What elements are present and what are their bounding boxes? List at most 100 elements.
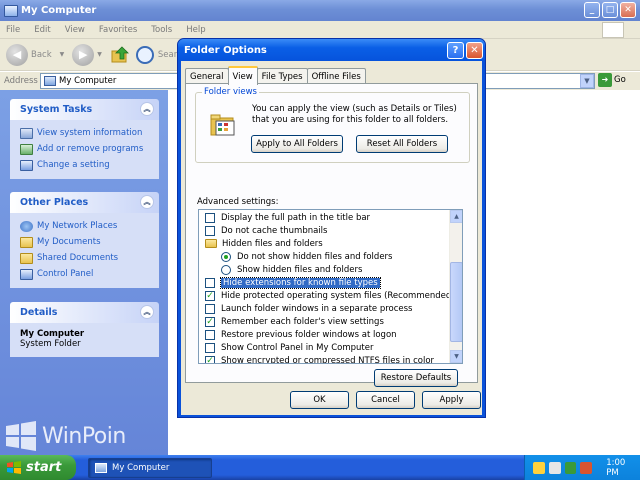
watermark: WinPoin xyxy=(4,420,126,452)
setting-restore-windows[interactable]: Restore previous folder windows at logon xyxy=(205,328,397,341)
details-title: Details xyxy=(20,307,58,318)
dialog-titlebar[interactable]: Folder Options ? ✕ xyxy=(178,39,485,61)
setting-label: Launch folder windows in a separate proc… xyxy=(221,303,413,314)
security-shield-icon[interactable] xyxy=(533,461,545,474)
menu-tools[interactable]: Tools xyxy=(151,25,172,35)
tab-file-types[interactable]: File Types xyxy=(256,68,308,84)
task-view-system-info[interactable]: View system information xyxy=(20,125,151,141)
setting-do-not-show-hidden[interactable]: Do not show hidden files and folders xyxy=(221,250,392,263)
go-label: Go xyxy=(614,75,626,85)
apply-to-all-folders-button[interactable]: Apply to All Folders xyxy=(251,135,343,153)
view-tab-page: Folder views You can apply the view (suc… xyxy=(185,83,478,387)
back-button-label[interactable]: Back xyxy=(31,50,52,60)
collapse-chevron-icon[interactable]: ︽ xyxy=(140,102,154,116)
minimize-button[interactable]: _ xyxy=(584,2,600,18)
collapse-chevron-icon[interactable]: ︽ xyxy=(140,305,154,319)
task-change-setting[interactable]: Change a setting xyxy=(20,157,151,173)
taskbar-item-my-computer[interactable]: My Computer xyxy=(88,458,212,478)
shared-documents-icon xyxy=(20,252,33,264)
setting-label: Hide protected operating system files (R… xyxy=(221,290,455,301)
maximize-button[interactable]: □ xyxy=(602,2,618,18)
ok-button[interactable]: OK xyxy=(290,391,349,409)
checkbox[interactable] xyxy=(205,212,215,223)
apply-button[interactable]: Apply xyxy=(422,391,481,409)
tab-general[interactable]: General xyxy=(185,68,229,84)
other-places-panel: Other Places ︽ My Network Places My Docu… xyxy=(10,192,159,288)
scroll-up-icon[interactable]: ▲ xyxy=(450,210,462,223)
security-alert-icon[interactable] xyxy=(580,461,593,474)
setting-show-control-panel[interactable]: Show Control Panel in My Computer xyxy=(205,341,373,354)
system-tasks-header[interactable]: System Tasks ︽ xyxy=(10,99,159,120)
details-name: My Computer xyxy=(20,329,85,339)
checkbox[interactable] xyxy=(205,329,215,340)
forward-arrow-icon[interactable]: ▶ xyxy=(72,43,95,66)
place-my-documents[interactable]: My Documents xyxy=(20,234,151,250)
search-icon[interactable] xyxy=(135,45,154,64)
system-tasks-panel: System Tasks ︽ View system information A… xyxy=(10,99,159,179)
menu-edit[interactable]: Edit xyxy=(34,25,50,35)
start-button[interactable]: start xyxy=(0,455,76,480)
tab-offline-files[interactable]: Offline Files xyxy=(306,68,366,84)
menu-help[interactable]: Help xyxy=(186,25,205,35)
help-button[interactable]: ? xyxy=(447,42,464,59)
setting-show-hidden[interactable]: Show hidden files and folders xyxy=(221,263,362,276)
clock[interactable]: 1:00 PM xyxy=(606,458,640,478)
explorer-titlebar: My Computer _ □ ✕ xyxy=(0,0,640,21)
checkbox[interactable]: ✓ xyxy=(205,290,215,301)
folder-views-label: Folder views xyxy=(202,87,259,97)
radio-button[interactable] xyxy=(221,251,231,262)
setting-label: Show hidden files and folders xyxy=(237,264,363,275)
setting-hide-extensions[interactable]: Hide extensions for known file types xyxy=(205,276,381,289)
close-button[interactable]: ✕ xyxy=(620,2,636,18)
cancel-button[interactable]: Cancel xyxy=(356,391,415,409)
reset-all-folders-button[interactable]: Reset All Folders xyxy=(356,135,448,153)
checkbox[interactable] xyxy=(205,303,215,314)
restore-defaults-button[interactable]: Restore Defaults xyxy=(374,369,458,387)
folder-views-group: Folder views You can apply the view (suc… xyxy=(195,87,470,163)
place-my-network-places[interactable]: My Network Places xyxy=(20,218,151,234)
checkbox[interactable] xyxy=(205,277,215,288)
place-label: My Network Places xyxy=(37,221,118,231)
back-dropdown-icon[interactable]: ▼ xyxy=(60,51,65,58)
menu-view[interactable]: View xyxy=(65,25,85,35)
menu-favorites[interactable]: Favorites xyxy=(99,25,137,35)
folder-up-icon[interactable] xyxy=(110,45,130,65)
vmware-tools-icon[interactable] xyxy=(548,461,561,474)
setting-no-cache-thumbnails[interactable]: Do not cache thumbnails xyxy=(205,224,327,237)
details-header[interactable]: Details ︽ xyxy=(10,302,159,323)
setting-hide-protected-os-files[interactable]: ✓ Hide protected operating system files … xyxy=(205,289,455,302)
my-documents-icon xyxy=(20,236,33,248)
back-arrow-icon[interactable]: ◀ xyxy=(6,43,28,66)
tab-view[interactable]: View xyxy=(227,66,258,85)
checkbox[interactable] xyxy=(205,342,215,353)
radio-button[interactable] xyxy=(221,264,231,275)
place-control-panel[interactable]: Control Panel xyxy=(20,266,151,282)
forward-dropdown-icon[interactable]: ▼ xyxy=(97,51,102,58)
setting-separate-process[interactable]: Launch folder windows in a separate proc… xyxy=(205,302,413,315)
checkbox[interactable]: ✓ xyxy=(205,355,215,363)
folder-options-dialog: Folder Options ? ✕ General View File Typ… xyxy=(177,38,486,418)
address-dropdown-icon[interactable]: ▼ xyxy=(580,74,594,88)
go-button[interactable]: ➜ Go xyxy=(598,73,626,87)
task-add-remove-programs[interactable]: Add or remove programs xyxy=(20,141,151,157)
scroll-thumb[interactable] xyxy=(450,262,462,342)
setting-display-full-path[interactable]: Display the full path in the title bar xyxy=(205,211,370,224)
advanced-settings-list[interactable]: Display the full path in the title bar D… xyxy=(198,209,463,364)
checkbox[interactable] xyxy=(205,225,215,236)
windows-logo-icon xyxy=(6,421,36,451)
network-icon[interactable] xyxy=(564,461,577,474)
setting-label: Display the full path in the title bar xyxy=(221,212,371,223)
setting-remember-view[interactable]: ✓ Remember each folder's view settings xyxy=(205,315,384,328)
folder-views-text: You can apply the view (such as Details … xyxy=(252,104,457,125)
list-scrollbar[interactable]: ▲ ▼ xyxy=(449,210,462,363)
dialog-close-button[interactable]: ✕ xyxy=(466,42,483,59)
checkbox[interactable]: ✓ xyxy=(205,316,215,327)
scroll-down-icon[interactable]: ▼ xyxy=(450,350,462,363)
other-places-header[interactable]: Other Places ︽ xyxy=(10,192,159,213)
setting-ntfs-color[interactable]: ✓ Show encrypted or compressed NTFS file… xyxy=(205,354,434,363)
menu-file[interactable]: File xyxy=(6,25,20,35)
collapse-chevron-icon[interactable]: ︽ xyxy=(140,195,154,209)
place-shared-documents[interactable]: Shared Documents xyxy=(20,250,151,266)
control-panel-icon xyxy=(20,268,33,280)
taskbar-item-label: My Computer xyxy=(112,463,170,473)
